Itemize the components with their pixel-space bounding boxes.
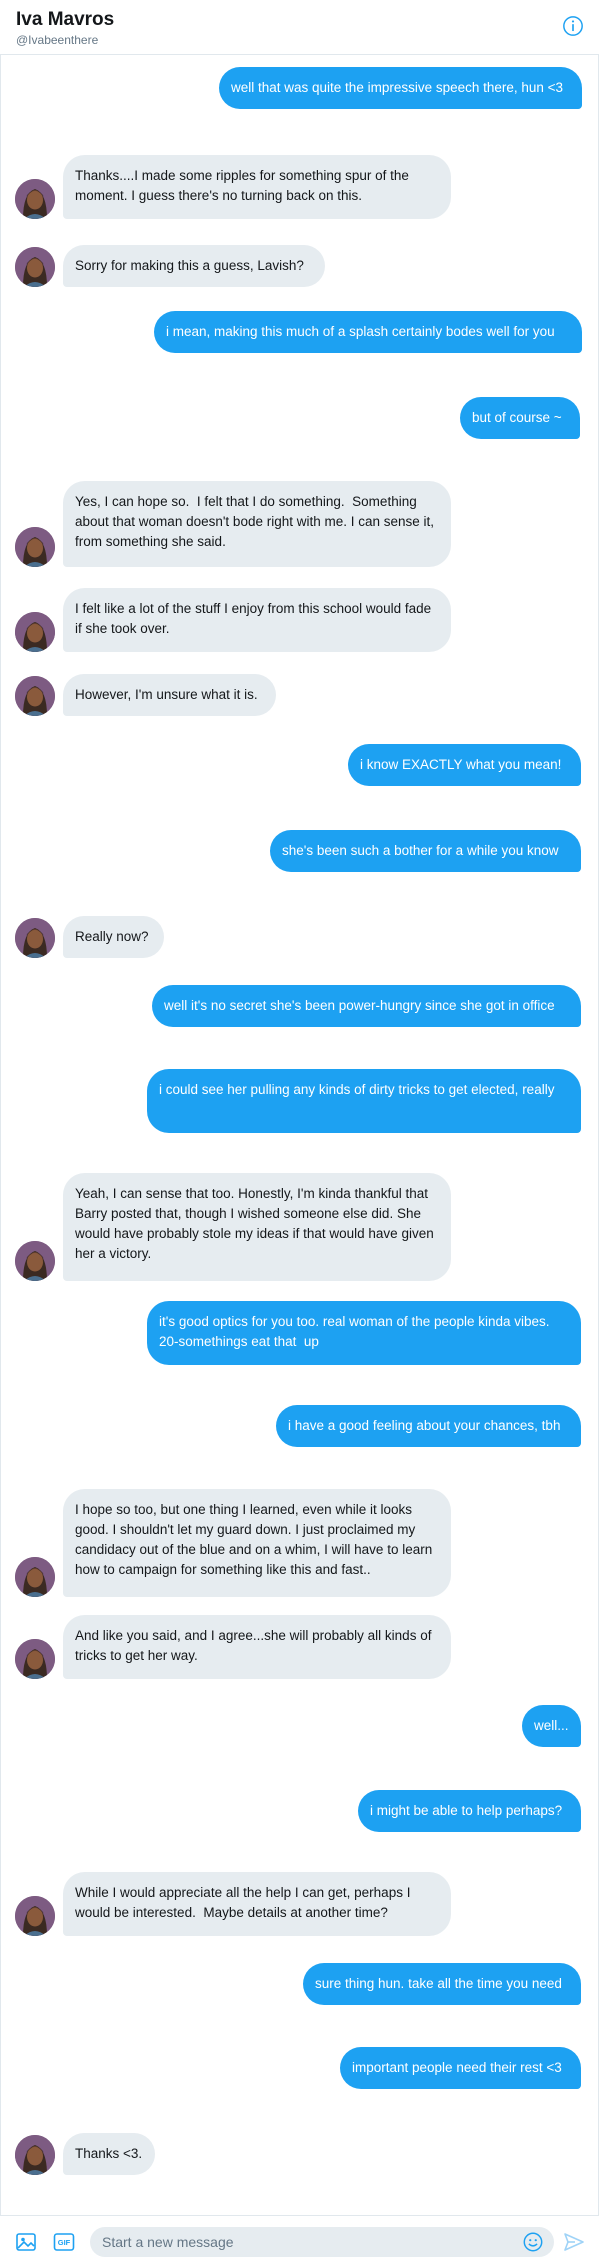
sent-message-bubble[interactable]: i could see her pulling any kinds of dir… (147, 1069, 581, 1133)
conversation-header: Iva Mavros @Ivabeenthere (0, 0, 599, 55)
gif-icon[interactable]: GIF (52, 2230, 76, 2254)
composer-bar: GIF Start a new message (0, 2215, 599, 2268)
sent-message-bubble[interactable]: sure thing hun. take all the time you ne… (303, 1963, 581, 2005)
sent-message-bubble[interactable]: i know EXACTLY what you mean! (348, 744, 581, 786)
avatar[interactable] (15, 676, 55, 716)
sent-message-bubble[interactable]: i have a good feeling about your chances… (276, 1405, 581, 1447)
send-icon[interactable] (562, 2230, 586, 2254)
contact-handle: @Ivabeenthere (16, 33, 99, 47)
message-input[interactable]: Start a new message (90, 2227, 554, 2257)
received-message-bubble[interactable]: Yes, I can hope so. I felt that I do som… (63, 481, 451, 567)
received-message-bubble[interactable]: Thanks....I made some ripples for someth… (63, 155, 451, 219)
sent-message-bubble[interactable]: important people need their rest <3 (340, 2047, 581, 2089)
sent-message-bubble[interactable]: i might be able to help perhaps? (358, 1790, 581, 1832)
sent-message-bubble[interactable]: i mean, making this much of a splash cer… (154, 311, 582, 353)
emoji-icon[interactable] (522, 2231, 544, 2253)
avatar[interactable] (15, 1896, 55, 1936)
received-message-bubble[interactable]: I hope so too, but one thing I learned, … (63, 1489, 451, 1597)
received-message-bubble[interactable]: Really now? (63, 916, 164, 958)
avatar[interactable] (15, 918, 55, 958)
received-message-bubble[interactable]: Sorry for making this a guess, Lavish? (63, 245, 325, 287)
received-message-bubble[interactable]: While I would appreciate all the help I … (63, 1872, 451, 1936)
received-message-bubble[interactable]: However, I'm unsure what it is. (63, 674, 276, 716)
info-icon[interactable] (562, 15, 584, 37)
received-message-bubble[interactable]: And like you said, and I agree...she wil… (63, 1615, 451, 1679)
sent-message-bubble[interactable]: but of course ~ (460, 397, 580, 439)
avatar[interactable] (15, 179, 55, 219)
avatar[interactable] (15, 1241, 55, 1281)
image-icon[interactable] (14, 2230, 38, 2254)
sent-message-bubble[interactable]: well that was quite the impressive speec… (219, 67, 582, 109)
received-message-bubble[interactable]: Thanks <3. (63, 2133, 155, 2175)
received-message-bubble[interactable]: I felt like a lot of the stuff I enjoy f… (63, 588, 451, 652)
sent-message-bubble[interactable]: she's been such a bother for a while you… (270, 830, 581, 872)
avatar[interactable] (15, 1557, 55, 1597)
contact-name[interactable]: Iva Mavros (16, 9, 114, 31)
avatar[interactable] (15, 1639, 55, 1679)
avatar[interactable] (15, 2135, 55, 2175)
received-message-bubble[interactable]: Yeah, I can sense that too. Honestly, I'… (63, 1173, 451, 1281)
avatar[interactable] (15, 612, 55, 652)
avatar[interactable] (15, 247, 55, 287)
sent-message-bubble[interactable]: it's good optics for you too. real woman… (147, 1301, 581, 1365)
sent-message-bubble[interactable]: well it's no secret she's been power-hun… (152, 985, 581, 1027)
sent-message-bubble[interactable]: well... (522, 1705, 581, 1747)
gif-label: GIF (58, 2238, 71, 2247)
avatar[interactable] (15, 527, 55, 567)
